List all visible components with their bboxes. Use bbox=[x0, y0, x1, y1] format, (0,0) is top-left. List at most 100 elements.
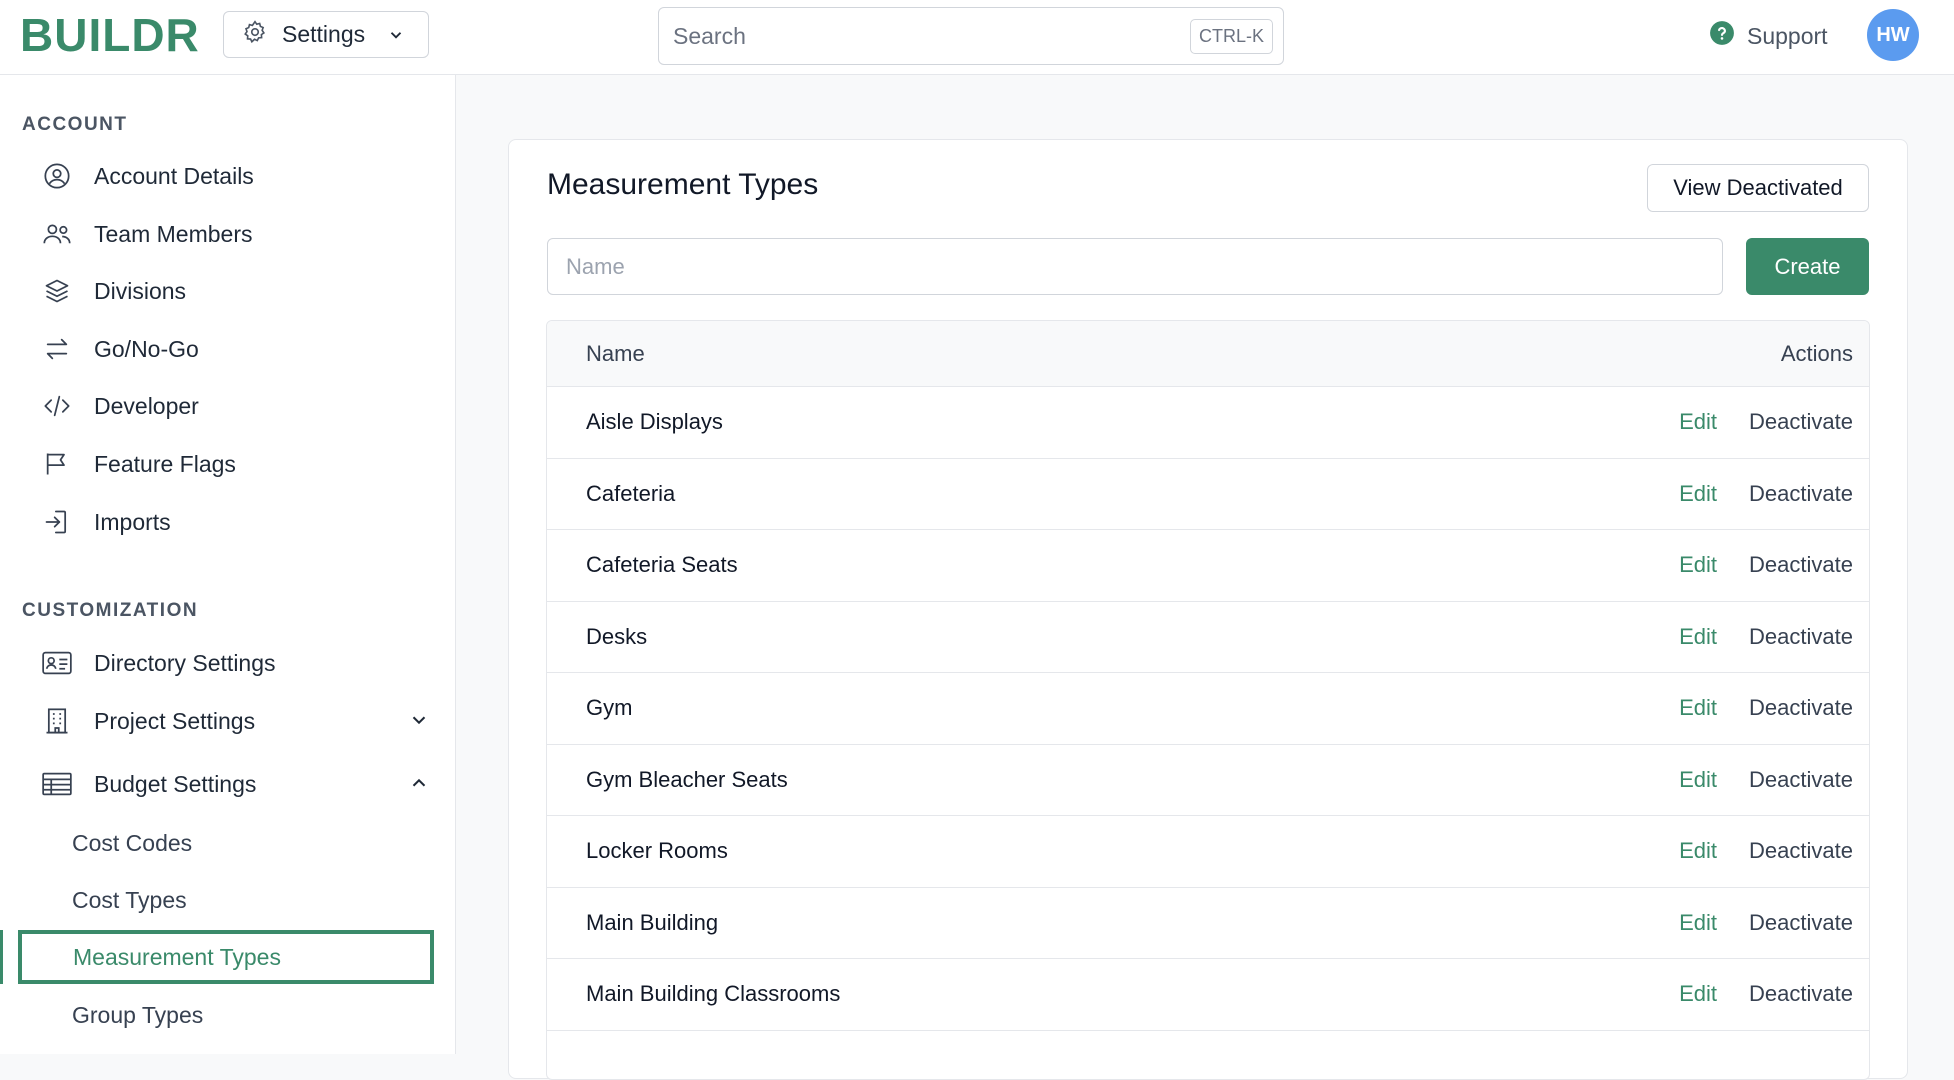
user-avatar[interactable]: HW bbox=[1867, 9, 1919, 61]
deactivate-link[interactable]: Deactivate bbox=[1749, 552, 1853, 578]
sidebar-item-project-settings[interactable]: Project Settings bbox=[40, 698, 440, 744]
sidebar-item-label: Divisions bbox=[94, 277, 187, 304]
table-icon bbox=[40, 767, 74, 801]
edit-link[interactable]: Edit bbox=[1679, 981, 1717, 1007]
sidebar-item-label: Directory Settings bbox=[94, 649, 276, 676]
table-row: Gym Edit Deactivate bbox=[547, 673, 1869, 745]
table-row: Desks Edit Deactivate bbox=[547, 602, 1869, 673]
chevron-down-icon[interactable] bbox=[408, 709, 430, 737]
row-name: Main Building Classrooms bbox=[586, 981, 841, 1007]
top-bar: BUILDR Settings CTRL-K Support HW bbox=[0, 0, 1954, 75]
sidebar-subitem-measurement-types[interactable]: Measurement Types bbox=[18, 930, 434, 984]
page-title: Measurement Types bbox=[547, 168, 819, 201]
row-actions: Edit Deactivate bbox=[1679, 910, 1853, 936]
arrows-exchange-icon bbox=[40, 332, 74, 366]
edit-link[interactable]: Edit bbox=[1679, 481, 1717, 507]
gear-icon bbox=[242, 19, 268, 51]
view-deactivated-button[interactable]: View Deactivated bbox=[1647, 164, 1869, 212]
app-logo[interactable]: BUILDR bbox=[20, 8, 200, 62]
table-row: Aisle Displays Edit Deactivate bbox=[547, 387, 1869, 459]
row-name: Aisle Displays bbox=[586, 409, 723, 435]
sidebar-subitem-cost-types[interactable]: Cost Types bbox=[72, 880, 187, 920]
row-actions: Edit Deactivate bbox=[1679, 409, 1853, 435]
edit-link[interactable]: Edit bbox=[1679, 910, 1717, 936]
edit-link[interactable]: Edit bbox=[1679, 409, 1717, 435]
help-circle-icon bbox=[1709, 20, 1735, 52]
sidebar-item-label: Project Settings bbox=[94, 707, 256, 734]
table-header: Name Actions bbox=[547, 321, 1869, 387]
row-actions: Edit Deactivate bbox=[1679, 552, 1853, 578]
edit-link[interactable]: Edit bbox=[1679, 695, 1717, 721]
sidebar-item-team-members[interactable]: Team Members bbox=[40, 211, 440, 257]
deactivate-link[interactable]: Deactivate bbox=[1749, 481, 1853, 507]
edit-link[interactable]: Edit bbox=[1679, 624, 1717, 650]
chevron-down-icon bbox=[387, 26, 405, 44]
table-row: Cafeteria Seats Edit Deactivate bbox=[547, 530, 1869, 602]
search-input[interactable] bbox=[673, 22, 1190, 50]
row-actions: Edit Deactivate bbox=[1679, 838, 1853, 864]
sidebar-item-label: Account Details bbox=[94, 162, 254, 189]
building-icon bbox=[40, 704, 74, 738]
row-name: Cafeteria bbox=[586, 480, 676, 506]
row-name: Gym Bleacher Seats bbox=[586, 766, 788, 792]
sidebar-item-imports[interactable]: Imports bbox=[40, 499, 440, 545]
row-name: Locker Rooms bbox=[586, 838, 728, 864]
support-label: Support bbox=[1747, 22, 1828, 49]
sidebar-item-label: Budget Settings bbox=[94, 770, 257, 797]
table-row: Locker Rooms Edit Deactivate bbox=[547, 816, 1869, 888]
row-actions: Edit Deactivate bbox=[1679, 624, 1853, 650]
sidebar-item-directory-settings[interactable]: Directory Settings bbox=[40, 640, 440, 686]
chevron-up-icon[interactable] bbox=[408, 772, 430, 800]
deactivate-link[interactable]: Deactivate bbox=[1749, 695, 1853, 721]
table-row: Main Building Edit Deactivate bbox=[547, 888, 1869, 959]
row-name: Cafeteria Seats bbox=[586, 552, 738, 578]
name-input[interactable] bbox=[547, 238, 1723, 295]
edit-link[interactable]: Edit bbox=[1679, 838, 1717, 864]
deactivate-link[interactable]: Deactivate bbox=[1749, 910, 1853, 936]
sidebar-item-label: Developer bbox=[94, 392, 199, 419]
table-row: Gym Bleacher Seats Edit Deactivate bbox=[547, 745, 1869, 816]
column-header-name: Name bbox=[586, 340, 645, 366]
import-icon bbox=[40, 505, 74, 539]
sidebar-item-go-no-go[interactable]: Go/No-Go bbox=[40, 326, 440, 372]
deactivate-link[interactable]: Deactivate bbox=[1749, 767, 1853, 793]
code-icon bbox=[40, 389, 74, 423]
global-search[interactable]: CTRL-K bbox=[658, 7, 1284, 65]
table-row: Cafeteria Edit Deactivate bbox=[547, 459, 1869, 530]
search-shortcut-badge: CTRL-K bbox=[1189, 18, 1273, 54]
row-actions: Edit Deactivate bbox=[1679, 767, 1853, 793]
users-icon bbox=[40, 217, 74, 251]
deactivate-link[interactable]: Deactivate bbox=[1749, 409, 1853, 435]
sidebar-item-feature-flags[interactable]: Feature Flags bbox=[40, 441, 440, 487]
edit-link[interactable]: Edit bbox=[1679, 767, 1717, 793]
settings-label: Settings bbox=[282, 21, 366, 47]
user-circle-icon bbox=[40, 159, 74, 193]
sidebar-subitem-cost-codes[interactable]: Cost Codes bbox=[72, 823, 192, 863]
measurement-types-table: Name Actions Aisle Displays Edit Deactivat… bbox=[546, 320, 1870, 1080]
row-actions: Edit Deactivate bbox=[1679, 981, 1853, 1007]
sidebar-item-budget-settings[interactable]: Budget Settings bbox=[40, 761, 440, 807]
row-actions: Edit Deactivate bbox=[1679, 481, 1853, 507]
create-button[interactable]: Create bbox=[1746, 238, 1869, 295]
active-indicator-bar bbox=[0, 930, 3, 984]
table-body: Aisle Displays Edit Deactivate Cafeteria Edi… bbox=[547, 387, 1869, 1031]
sidebar-item-label: Imports bbox=[94, 508, 171, 535]
section-title-customization: CUSTOMIZATION bbox=[22, 600, 199, 621]
sidebar-subitem-group-types[interactable]: Group Types bbox=[72, 995, 203, 1035]
deactivate-link[interactable]: Deactivate bbox=[1749, 838, 1853, 864]
deactivate-link[interactable]: Deactivate bbox=[1749, 981, 1853, 1007]
row-name: Desks bbox=[586, 623, 648, 649]
settings-dropdown-button[interactable]: Settings bbox=[223, 11, 429, 58]
sidebar-item-account-details[interactable]: Account Details bbox=[40, 153, 440, 199]
column-header-actions: Actions bbox=[1780, 340, 1853, 366]
sidebar-item-label: Team Members bbox=[94, 220, 253, 247]
sidebar-item-divisions[interactable]: Divisions bbox=[40, 268, 440, 314]
row-name: Main Building bbox=[586, 909, 719, 935]
sidebar-item-developer[interactable]: Developer bbox=[40, 383, 440, 429]
edit-link[interactable]: Edit bbox=[1679, 552, 1717, 578]
deactivate-link[interactable]: Deactivate bbox=[1749, 624, 1853, 650]
support-link[interactable]: Support bbox=[1709, 18, 1828, 54]
sidebar-item-label: Go/No-Go bbox=[94, 335, 199, 362]
id-card-icon bbox=[40, 646, 74, 680]
table-row: Main Building Classrooms Edit Deactivate bbox=[547, 959, 1869, 1031]
